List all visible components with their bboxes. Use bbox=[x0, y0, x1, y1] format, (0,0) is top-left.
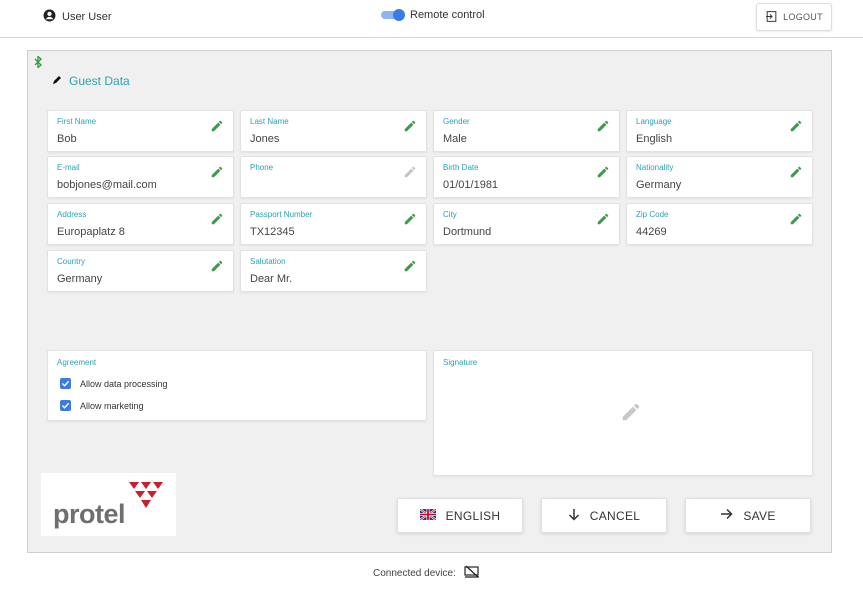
device-disconnected-icon bbox=[464, 565, 480, 581]
address-edit-icon[interactable] bbox=[210, 212, 224, 231]
uk-flag-icon bbox=[419, 507, 437, 523]
first-name-value: Bob bbox=[57, 133, 77, 145]
salutation-edit-icon[interactable] bbox=[403, 259, 417, 278]
last-name-edit-icon[interactable] bbox=[403, 119, 417, 138]
birth-date-field[interactable]: Birth Date 01/01/1981 bbox=[433, 156, 620, 198]
user-info: User User bbox=[43, 9, 112, 25]
language-value: English bbox=[636, 133, 673, 145]
city-label: City bbox=[443, 210, 457, 219]
passport-number-field[interactable]: Passport Number TX12345 bbox=[240, 203, 427, 245]
e-mail-label: E-mail bbox=[57, 163, 80, 172]
save-button-label: SAVE bbox=[743, 508, 776, 523]
guest-data-panel: Guest Data First Name Bob Last Name Jones Ge… bbox=[27, 50, 832, 553]
country-value: Germany bbox=[57, 273, 103, 285]
e-mail-field[interactable]: E-mail bobjones@mail.com bbox=[47, 156, 234, 198]
gender-field[interactable]: Gender Male bbox=[433, 110, 620, 152]
top-bar: User User Remote control LOGOUT bbox=[0, 0, 863, 38]
account-icon bbox=[43, 9, 56, 25]
city-field[interactable]: City Dortmund bbox=[433, 203, 620, 245]
salutation-value: Dear Mr. bbox=[250, 273, 293, 285]
nationality-label: Nationality bbox=[636, 163, 674, 172]
phone-field[interactable]: Phone bbox=[240, 156, 427, 198]
gender-value: Male bbox=[443, 133, 467, 145]
passport-number-edit-icon[interactable] bbox=[403, 212, 417, 231]
language-field[interactable]: Language English bbox=[626, 110, 813, 152]
cancel-button-label: CANCEL bbox=[589, 508, 641, 523]
protel-logo-mark bbox=[129, 482, 163, 508]
gender-edit-icon[interactable] bbox=[596, 119, 610, 138]
city-edit-icon[interactable] bbox=[596, 212, 610, 231]
country-label: Country bbox=[57, 257, 86, 266]
last-name-value: Jones bbox=[250, 133, 280, 145]
connected-device-label: Connected device: bbox=[373, 567, 456, 579]
phone-edit-icon[interactable] bbox=[403, 165, 417, 184]
signature-card[interactable]: Signature bbox=[433, 350, 813, 476]
passport-number-label: Passport Number bbox=[250, 210, 313, 219]
zip-code-label: Zip Code bbox=[636, 210, 669, 219]
allow-marketing-row: Allow marketing bbox=[60, 400, 144, 411]
nationality-field[interactable]: Nationality Germany bbox=[626, 156, 813, 198]
cancel-button[interactable]: CANCEL bbox=[541, 498, 667, 533]
arrow-down-icon bbox=[568, 508, 580, 524]
pencil-icon bbox=[52, 74, 62, 88]
signature-edit-icon[interactable] bbox=[620, 401, 642, 428]
signature-title: Signature bbox=[443, 358, 478, 367]
address-field[interactable]: Address Europaplatz 8 bbox=[47, 203, 234, 245]
language-button[interactable]: ENGLISH bbox=[397, 498, 523, 533]
nationality-edit-icon[interactable] bbox=[789, 165, 803, 184]
birth-date-value: 01/01/1981 bbox=[443, 179, 499, 191]
first-name-field[interactable]: First Name Bob bbox=[47, 110, 234, 152]
logout-label: LOGOUT bbox=[783, 12, 823, 22]
last-name-field[interactable]: Last Name Jones bbox=[240, 110, 427, 152]
gender-label: Gender bbox=[443, 117, 470, 126]
allow-data-processing-checkbox[interactable] bbox=[60, 378, 71, 389]
birth-date-label: Birth Date bbox=[443, 163, 479, 172]
zip-code-value: 44269 bbox=[636, 226, 667, 238]
allow-data-processing-row: Allow data processing bbox=[60, 378, 168, 389]
save-button[interactable]: SAVE bbox=[685, 498, 811, 533]
country-edit-icon[interactable] bbox=[210, 259, 224, 278]
section-title: Guest Data bbox=[52, 74, 130, 88]
language-label: Language bbox=[636, 117, 672, 126]
allow-data-processing-label: Allow data processing bbox=[80, 378, 168, 389]
protel-logo: protel bbox=[41, 473, 176, 536]
logout-button[interactable]: LOGOUT bbox=[756, 3, 832, 31]
zip-code-field[interactable]: Zip Code 44269 bbox=[626, 203, 813, 245]
agreement-title: Agreement bbox=[57, 358, 97, 367]
e-mail-edit-icon[interactable] bbox=[210, 165, 224, 184]
phone-label: Phone bbox=[250, 163, 274, 172]
e-mail-value: bobjones@mail.com bbox=[57, 179, 157, 191]
country-field[interactable]: Country Germany bbox=[47, 250, 234, 292]
first-name-label: First Name bbox=[57, 117, 97, 126]
passport-number-value: TX12345 bbox=[250, 226, 295, 238]
user-name: User User bbox=[62, 11, 112, 23]
remote-control-label: Remote control bbox=[410, 9, 485, 21]
agreement-card: Agreement Allow data processing Allow ma… bbox=[47, 350, 427, 421]
birth-date-edit-icon[interactable] bbox=[596, 165, 610, 184]
arrow-right-icon bbox=[720, 508, 733, 523]
bluetooth-icon bbox=[33, 55, 43, 73]
remote-control-toggle[interactable] bbox=[381, 9, 405, 21]
salutation-label: Salutation bbox=[250, 257, 286, 266]
language-button-label: ENGLISH bbox=[445, 508, 501, 523]
connected-device-status: Connected device: bbox=[373, 565, 480, 581]
language-edit-icon[interactable] bbox=[789, 119, 803, 138]
zip-code-edit-icon[interactable] bbox=[789, 212, 803, 231]
protel-logo-text: protel bbox=[53, 499, 126, 529]
address-label: Address bbox=[57, 210, 87, 219]
salutation-field[interactable]: Salutation Dear Mr. bbox=[240, 250, 427, 292]
city-value: Dortmund bbox=[443, 226, 492, 238]
last-name-label: Last Name bbox=[250, 117, 289, 126]
remote-control: Remote control bbox=[381, 9, 485, 21]
address-value: Europaplatz 8 bbox=[57, 226, 125, 238]
first-name-edit-icon[interactable] bbox=[210, 119, 224, 138]
nationality-value: Germany bbox=[636, 179, 682, 191]
section-title-text: Guest Data bbox=[69, 74, 130, 88]
allow-marketing-label: Allow marketing bbox=[80, 400, 144, 411]
logout-icon bbox=[765, 10, 778, 25]
allow-marketing-checkbox[interactable] bbox=[60, 400, 71, 411]
